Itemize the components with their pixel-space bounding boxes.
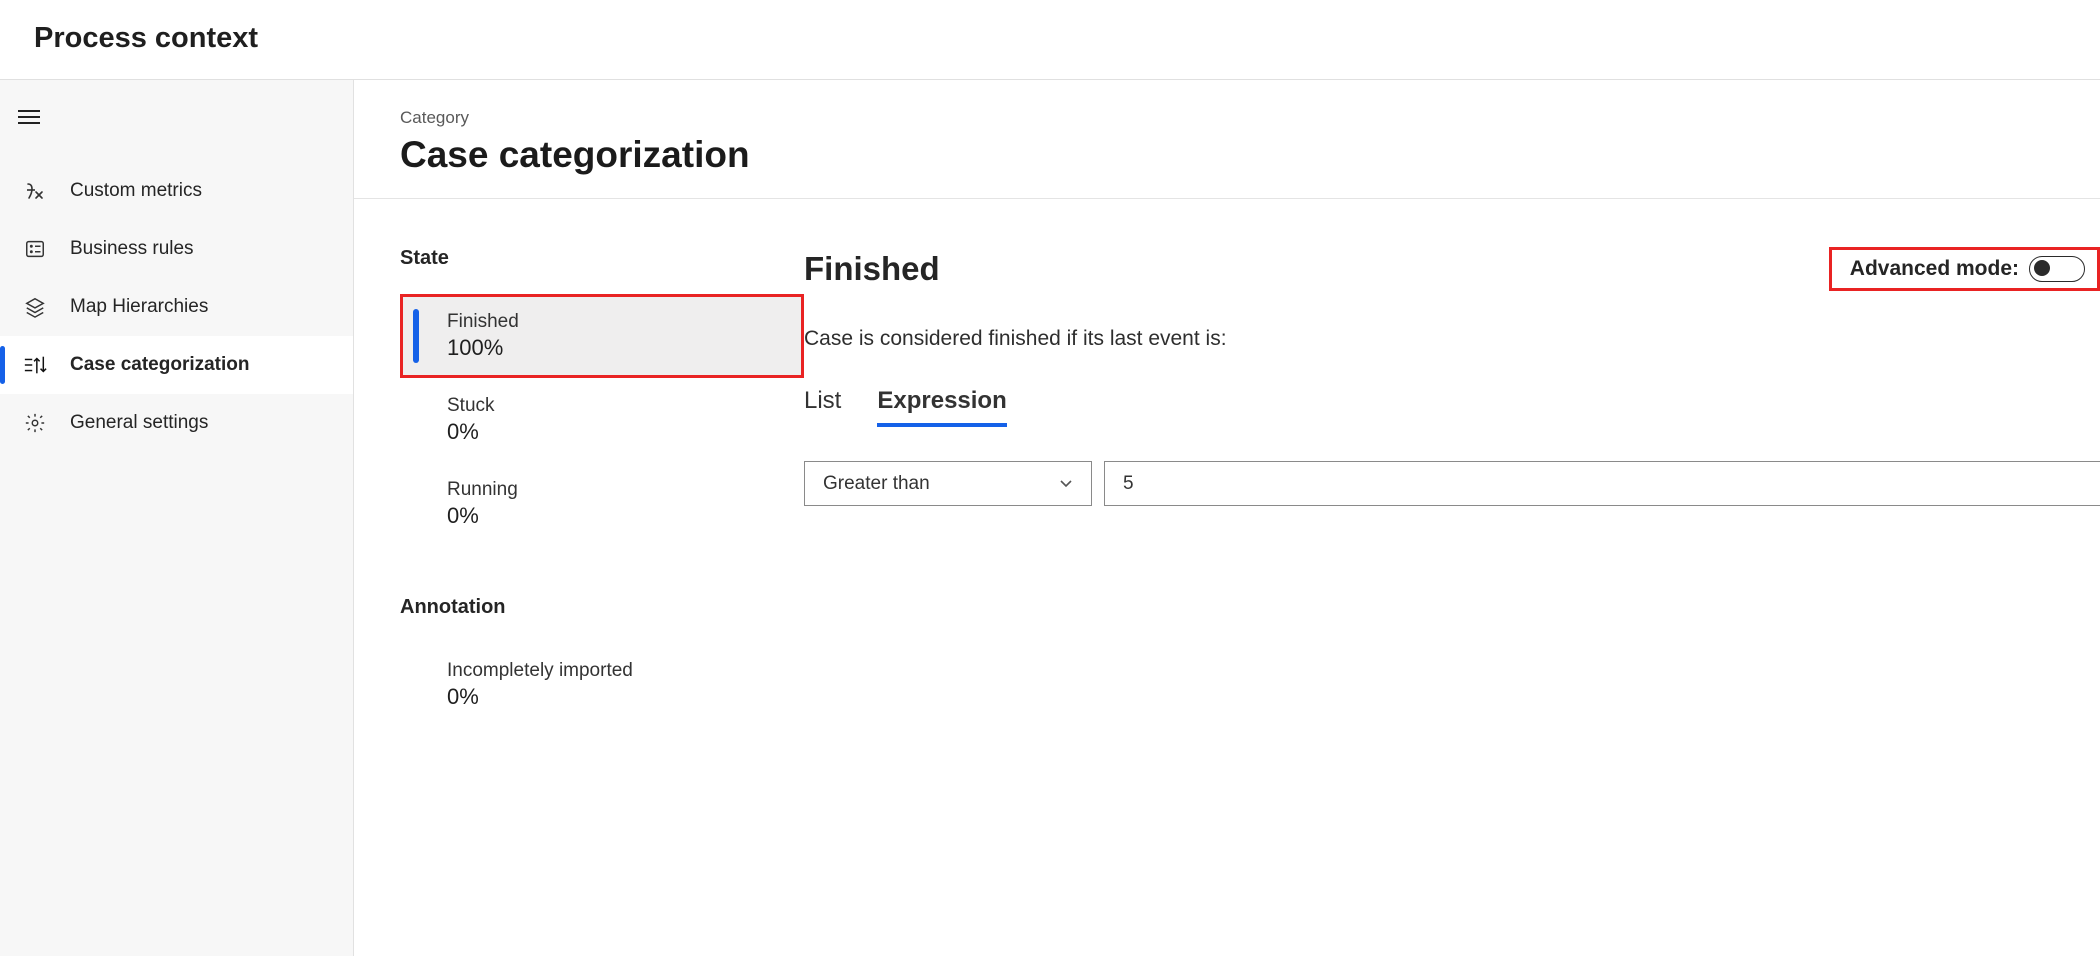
advanced-mode-label: Advanced mode: xyxy=(1850,257,2019,281)
state-name: Stuck xyxy=(447,395,781,417)
rules-icon xyxy=(22,236,48,262)
categorization-icon xyxy=(22,352,48,378)
hamburger-icon xyxy=(18,110,40,126)
state-heading: State xyxy=(400,247,804,270)
operator-dropdown[interactable]: Greater than xyxy=(804,461,1092,506)
tab-expression[interactable]: Expression xyxy=(877,387,1006,427)
advanced-mode-box: Advanced mode: xyxy=(1829,247,2100,291)
category-label: Category xyxy=(400,108,2100,128)
state-name: Finished xyxy=(447,311,781,333)
dropdown-value: Greater than xyxy=(823,473,930,495)
toggle-knob xyxy=(2034,260,2050,276)
state-item-finished[interactable]: Finished 100% xyxy=(400,294,804,378)
layers-icon xyxy=(22,294,48,320)
sidebar-item-general-settings[interactable]: General settings xyxy=(0,394,353,452)
annotation-item-incompletely-imported[interactable]: Incompletely imported 0% xyxy=(400,643,804,727)
state-value: 0% xyxy=(447,503,781,529)
gear-icon xyxy=(22,410,48,436)
app-header: Process context xyxy=(0,0,2100,80)
sidebar-item-label: Business rules xyxy=(70,238,194,260)
sidebar-item-map-hierarchies[interactable]: Map Hierarchies xyxy=(0,278,353,336)
sidebar-item-label: Case categorization xyxy=(70,354,250,376)
annotation-name: Incompletely imported xyxy=(447,660,781,682)
sidebar-item-label: General settings xyxy=(70,412,208,434)
sidebar-item-case-categorization[interactable]: Case categorization xyxy=(0,336,353,394)
sidebar-item-label: Custom metrics xyxy=(70,180,202,202)
state-value: 100% xyxy=(447,335,781,361)
sidebar-item-business-rules[interactable]: Business rules xyxy=(0,220,353,278)
sidebar-toggle[interactable] xyxy=(0,98,353,134)
tab-list[interactable]: List xyxy=(804,387,841,427)
advanced-mode-toggle[interactable] xyxy=(2029,256,2085,282)
chevron-down-icon xyxy=(1059,479,1073,489)
detail-tabs: List Expression xyxy=(804,387,2100,427)
page-header-title: Process context xyxy=(34,22,2066,55)
state-value: 0% xyxy=(447,419,781,445)
sidebar-item-custom-metrics[interactable]: Custom metrics xyxy=(0,162,353,220)
annotation-heading: Annotation xyxy=(400,596,804,619)
annotation-value: 0% xyxy=(447,684,781,710)
state-list: Finished 100% Stuck 0% Running 0% xyxy=(400,294,804,546)
detail-title: Finished xyxy=(804,250,940,288)
fx-icon xyxy=(22,178,48,204)
state-name: Running xyxy=(447,479,781,501)
value-input[interactable] xyxy=(1104,461,2100,506)
detail-description: Case is considered finished if its last … xyxy=(804,327,2100,351)
state-item-stuck[interactable]: Stuck 0% xyxy=(400,378,804,462)
sidebar-item-label: Map Hierarchies xyxy=(70,296,208,318)
page-title: Case categorization xyxy=(400,134,2100,176)
sidebar: Custom metrics Business rules xyxy=(0,80,354,956)
state-item-running[interactable]: Running 0% xyxy=(400,462,804,546)
